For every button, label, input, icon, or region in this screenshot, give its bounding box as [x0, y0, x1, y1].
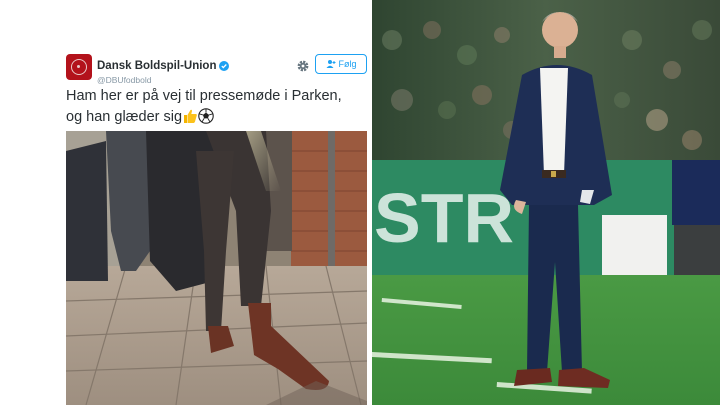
tweet-panel: Dansk Boldspil-Union @DBUfodbold Følg Ha… — [0, 0, 372, 405]
tweet-header: Dansk Boldspil-Union @DBUfodbold Følg — [66, 52, 368, 85]
tweet-photo[interactable] — [66, 131, 367, 405]
follow-label: Følg — [338, 59, 357, 69]
coach-shirt — [540, 68, 568, 175]
follow-button[interactable]: Følg — [315, 54, 367, 74]
stadium-photo[interactable]: STR — [372, 0, 720, 405]
dbu-avatar[interactable] — [66, 54, 92, 80]
author-name[interactable]: Dansk Boldspil-Union — [97, 60, 230, 72]
gear-icon[interactable] — [296, 59, 310, 73]
blue-board — [672, 160, 720, 225]
thumbs-up-icon — [184, 109, 197, 123]
verified-badge-icon — [219, 61, 230, 71]
person-plus-icon — [326, 60, 335, 68]
tweet-text-line1: Ham her er på vej til pressemøde i Parke… — [66, 88, 342, 104]
soccer-ball-icon — [198, 108, 214, 124]
drainpipe — [328, 131, 335, 281]
tweet-author: Dansk Boldspil-Union @DBUfodbold — [97, 56, 230, 85]
tweet-text: Ham her er på vej til pressemøde i Parke… — [66, 86, 371, 128]
stadium-scene: STR — [372, 0, 720, 405]
tweet-text-line2-text: og han glæder sig — [66, 109, 183, 125]
coach-head — [542, 12, 578, 48]
board-text: STR — [374, 179, 514, 257]
author-name-text: Dansk Boldspil-Union — [97, 60, 217, 72]
photo-scene — [66, 131, 367, 405]
tweet-text-line2: og han glæder sig — [66, 107, 371, 128]
author-handle[interactable]: @DBUfodbold — [97, 75, 229, 85]
